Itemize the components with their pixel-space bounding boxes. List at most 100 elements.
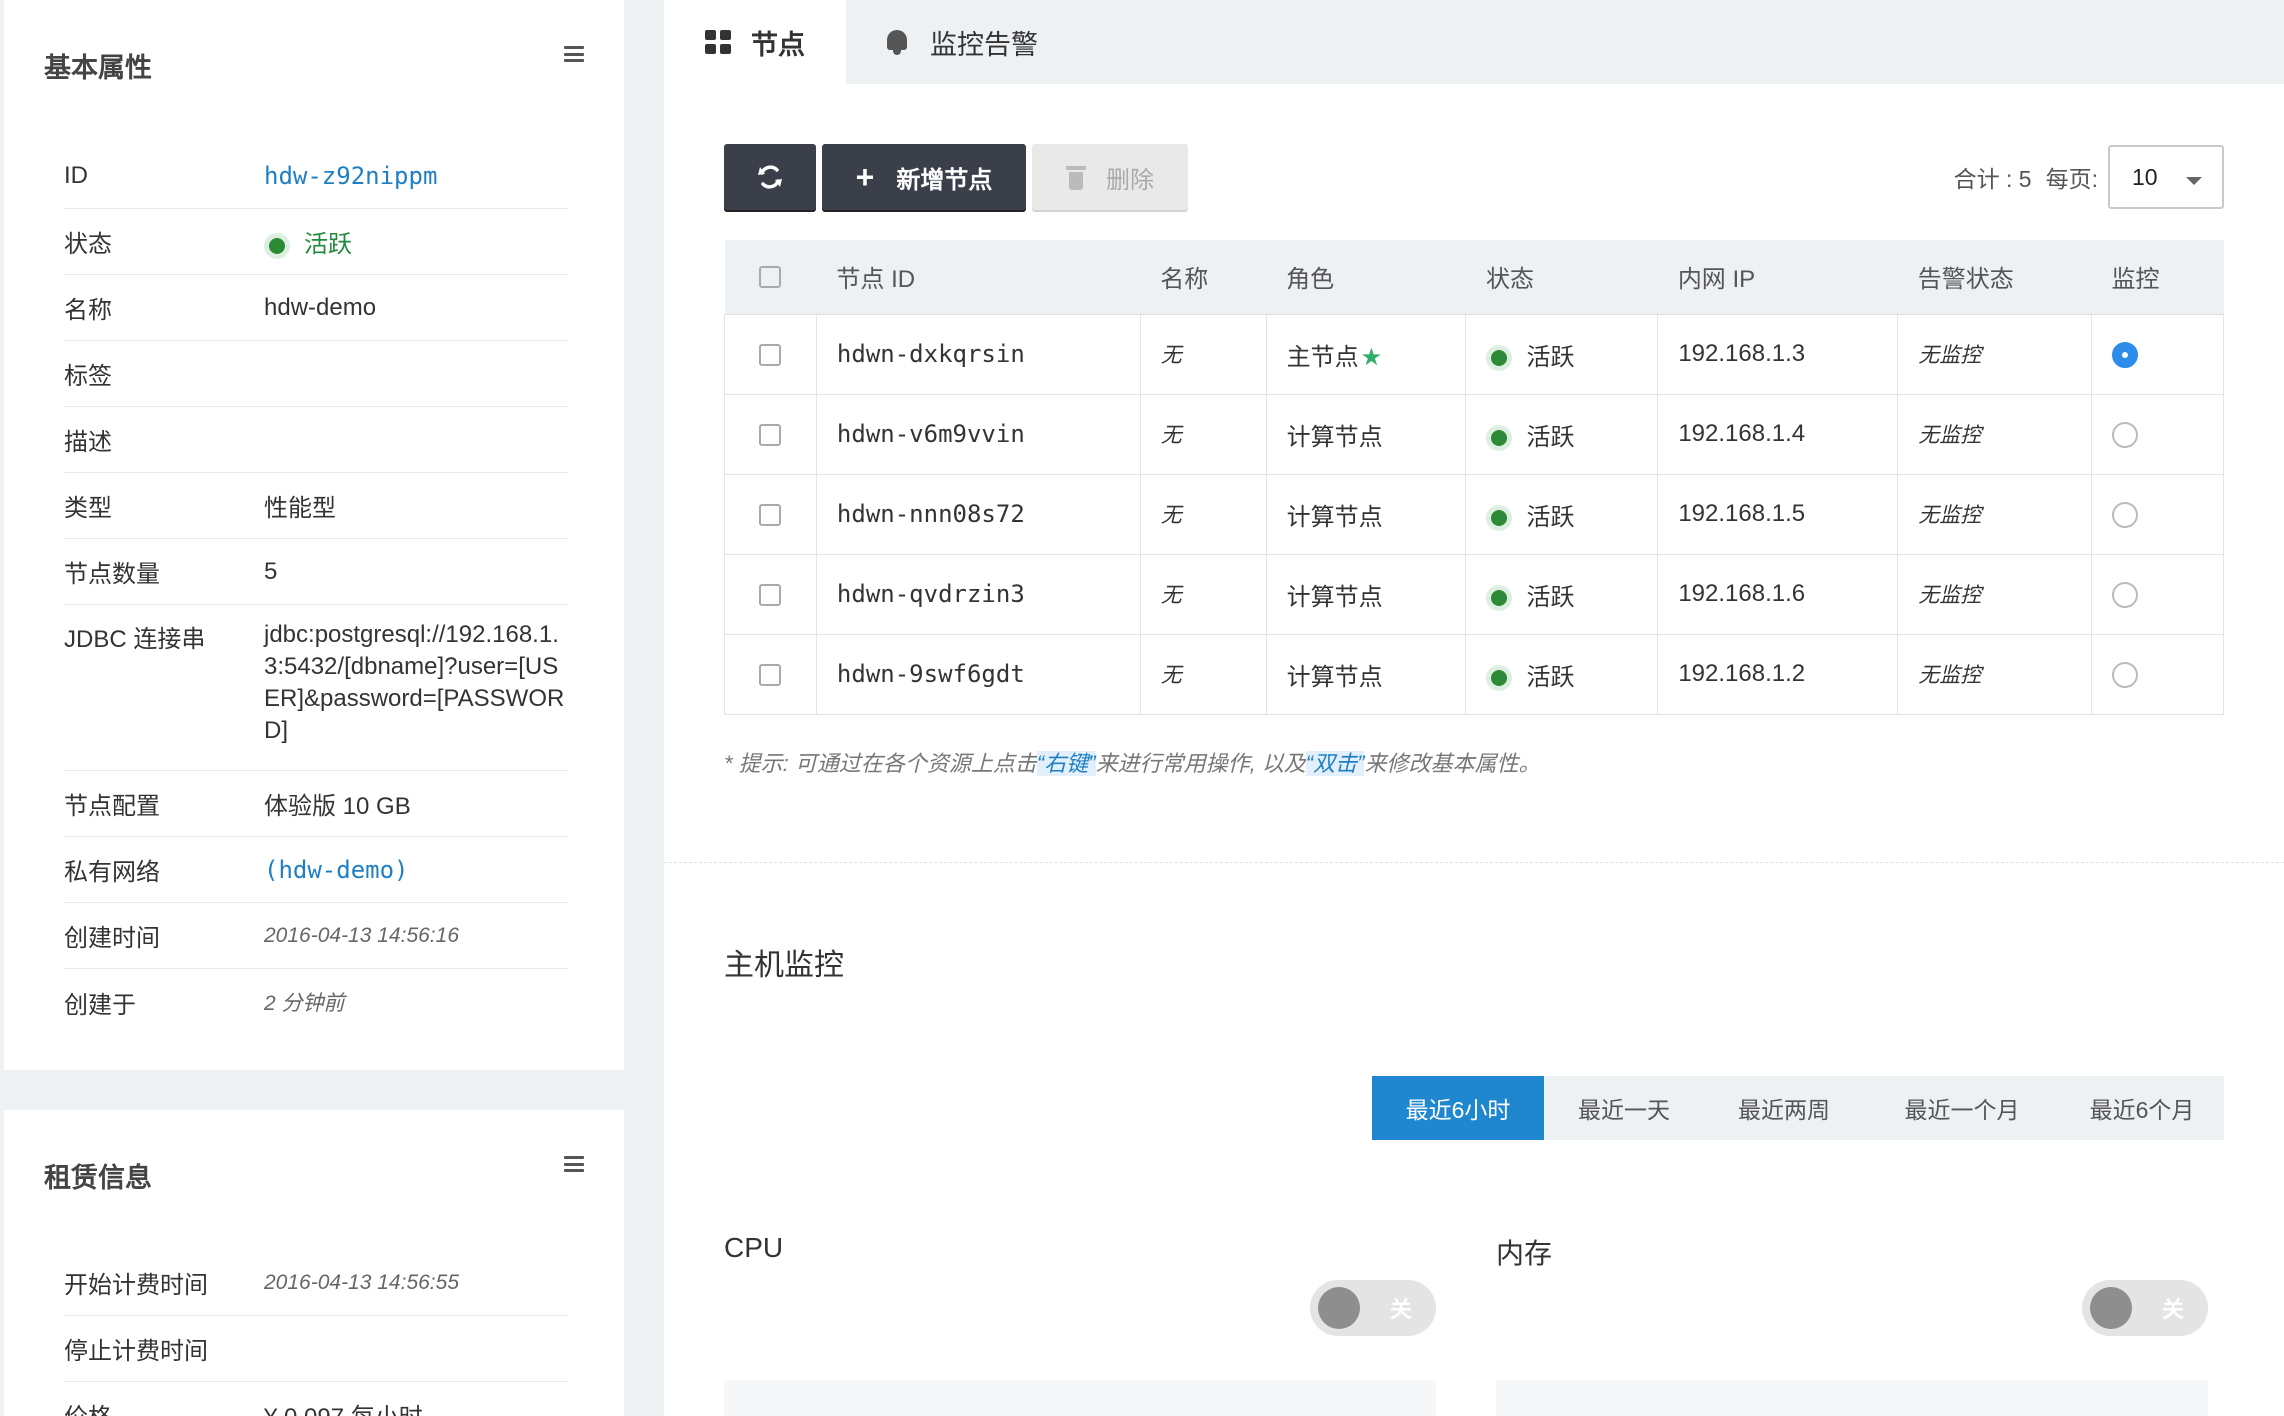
row-checkbox[interactable] — [759, 663, 782, 686]
node-status-text: 活跃 — [1526, 343, 1575, 371]
status-value: 活跃 — [264, 224, 568, 259]
lease-info-title: 租赁信息 — [44, 1163, 152, 1193]
row-checkbox[interactable] — [759, 583, 782, 606]
delete-button[interactable]: 删除 — [1032, 144, 1188, 210]
lease-value: 2016-04-13 14:56:55 — [264, 1270, 459, 1294]
node-status-cell: 活跃 — [1465, 473, 1659, 555]
tab-alerts-label: 监控告警 — [930, 29, 1038, 60]
resource-id-value: hdw-z92nippm — [264, 161, 438, 190]
grid-icon — [705, 30, 731, 54]
monitor-radio[interactable] — [2112, 661, 2139, 688]
property-key: 描述 — [64, 429, 112, 456]
tab-nodes[interactable]: 节点 — [664, 0, 846, 84]
plus-icon: + — [855, 158, 875, 195]
node-id-cell: hdwn-nnn08s72 — [815, 473, 1141, 555]
table-header-row: 节点 ID 名称 角色 状态 内网 IP 告警状态 监控 — [724, 240, 2224, 315]
basic-properties-header: 基本属性 — [4, 0, 624, 130]
property-row: 创建于 2 分钟前 — [64, 969, 568, 1035]
created-time-value: 2016-04-13 14:56:16 — [264, 923, 459, 947]
node-config-value: 体验版 10 GB — [264, 793, 411, 820]
table-row[interactable]: hdwn-nnn08s72 无计算节点 活跃 192.168.1.5 无监控 — [724, 473, 2224, 555]
node-name-cell: 无 — [1139, 393, 1267, 475]
table-row[interactable]: hdwn-dxkqrsin 无主节点★ 活跃 192.168.1.3 无监控 — [724, 313, 2224, 395]
property-key: 状态 — [64, 231, 112, 258]
vpc-value[interactable]: (hdw-demo) — [264, 856, 568, 884]
cpu-toggle-label: 关 — [1390, 1297, 1413, 1322]
node-alert-cell: 无监控 — [1897, 633, 2093, 715]
row-select-cell — [724, 393, 817, 475]
refresh-button[interactable] — [724, 144, 816, 210]
header-alert[interactable]: 告警状态 — [1897, 240, 2092, 315]
header-node-id[interactable]: 节点 ID — [816, 240, 1141, 315]
menu-icon[interactable] — [564, 1156, 584, 1172]
hint-right-click: “右键” — [1036, 751, 1096, 776]
select-all-cell — [724, 240, 817, 315]
node-monitor-cell — [2091, 553, 2224, 635]
status-dot-icon — [1486, 345, 1513, 372]
lease-info-header: 租赁信息 — [4, 1110, 624, 1240]
tab-alerts[interactable]: 监控告警 — [884, 0, 1038, 84]
header-status[interactable]: 状态 — [1465, 240, 1658, 315]
range-tab-2[interactable]: 最近两周 — [1704, 1076, 1864, 1140]
row-checkbox[interactable] — [759, 423, 782, 446]
property-key: 名称 — [64, 297, 112, 324]
node-ip-cell: 192.168.1.2 — [1657, 633, 1899, 715]
created-ago-value: 2 分钟前 — [264, 992, 345, 1015]
property-key: 创建时间 — [64, 925, 160, 952]
table-row[interactable]: hdwn-qvdrzin3 无计算节点 活跃 192.168.1.6 无监控 — [724, 553, 2224, 635]
monitor-radio[interactable] — [2112, 421, 2139, 448]
lease-row: 停止计费时间 — [64, 1316, 568, 1382]
node-ip-cell: 192.168.1.4 — [1657, 393, 1899, 475]
node-id-cell: hdwn-dxkqrsin — [815, 313, 1141, 395]
toggle-knob — [2090, 1287, 2132, 1329]
property-row: 节点配置 体验版 10 GB — [64, 771, 568, 837]
property-key: JDBC 连接串 — [64, 626, 206, 653]
monitor-radio[interactable] — [2112, 501, 2139, 528]
row-checkbox[interactable] — [759, 503, 782, 526]
per-page-select[interactable]: 10 — [2108, 145, 2224, 209]
lease-info-list: 开始计费时间 2016-04-13 14:56:55 停止计费时间价格¥ 0.097… — [64, 1250, 568, 1416]
total-count: 合计 : 5 — [1953, 166, 2032, 192]
memory-toggle-label: 关 — [2162, 1297, 2185, 1322]
range-tab-4[interactable]: 最近6个月 — [2060, 1076, 2224, 1140]
header-name[interactable]: 名称 — [1140, 240, 1267, 315]
node-status-text: 活跃 — [1526, 663, 1575, 691]
menu-icon[interactable] — [564, 46, 584, 62]
add-node-label: 新增节点 — [896, 166, 993, 194]
basic-properties-panel: 基本属性 ID hdw-z92nippm 状态 活跃 名称 hdw-demo 标签 描述 类型 性… — [4, 0, 624, 1070]
select-all-checkbox[interactable] — [759, 266, 782, 289]
lease-key: 价格 — [64, 1397, 264, 1416]
table-row[interactable]: hdwn-v6m9vvin 无计算节点 活跃 192.168.1.4 无监控 — [724, 393, 2224, 475]
memory-toggle[interactable]: 关 — [2082, 1280, 2208, 1336]
property-key: ID — [64, 161, 88, 189]
monitor-radio[interactable] — [2112, 341, 2139, 368]
monitor-radio[interactable] — [2112, 581, 2139, 608]
jdbc-value: jdbc:postgresql://192.168.1.3:5432/[dbna… — [264, 621, 565, 744]
header-role[interactable]: 角色 — [1266, 240, 1466, 315]
host-monitor-title: 主机监控 — [724, 949, 844, 982]
property-row: 状态 活跃 — [64, 209, 568, 275]
node-role-cell: 主节点★ — [1265, 313, 1467, 395]
node-name-cell: 无 — [1139, 473, 1267, 555]
property-key: 创建于 — [64, 991, 136, 1019]
node-alert-cell: 无监控 — [1897, 393, 2093, 475]
add-node-button[interactable]: + 新增节点 — [822, 144, 1026, 210]
node-id-cell: hdwn-qvdrzin3 — [815, 553, 1141, 635]
section-divider — [664, 862, 2284, 863]
range-tab-3[interactable]: 最近一个月 — [1864, 1076, 2060, 1140]
hint-suffix: 来修改基本属性。 — [1364, 751, 1541, 776]
status-dot-icon — [1486, 425, 1513, 452]
row-select-cell — [724, 313, 817, 395]
header-monitor[interactable]: 监控 — [2091, 240, 2224, 315]
cpu-toggle[interactable]: 关 — [1310, 1280, 1436, 1336]
header-ip[interactable]: 内网 IP — [1657, 240, 1898, 315]
row-checkbox[interactable] — [759, 343, 782, 366]
bell-icon — [884, 28, 910, 56]
node-role-cell: 计算节点 — [1265, 553, 1467, 635]
range-tab-1[interactable]: 最近一天 — [1544, 1076, 1704, 1140]
node-status-cell: 活跃 — [1465, 633, 1659, 715]
node-alert-cell: 无监控 — [1897, 313, 2093, 395]
table-row[interactable]: hdwn-9swf6gdt 无计算节点 活跃 192.168.1.2 无监控 — [724, 633, 2224, 715]
tab-bar: 节点 监控告警 — [664, 0, 2284, 84]
range-tab-0[interactable]: 最近6小时 — [1372, 1076, 1544, 1140]
